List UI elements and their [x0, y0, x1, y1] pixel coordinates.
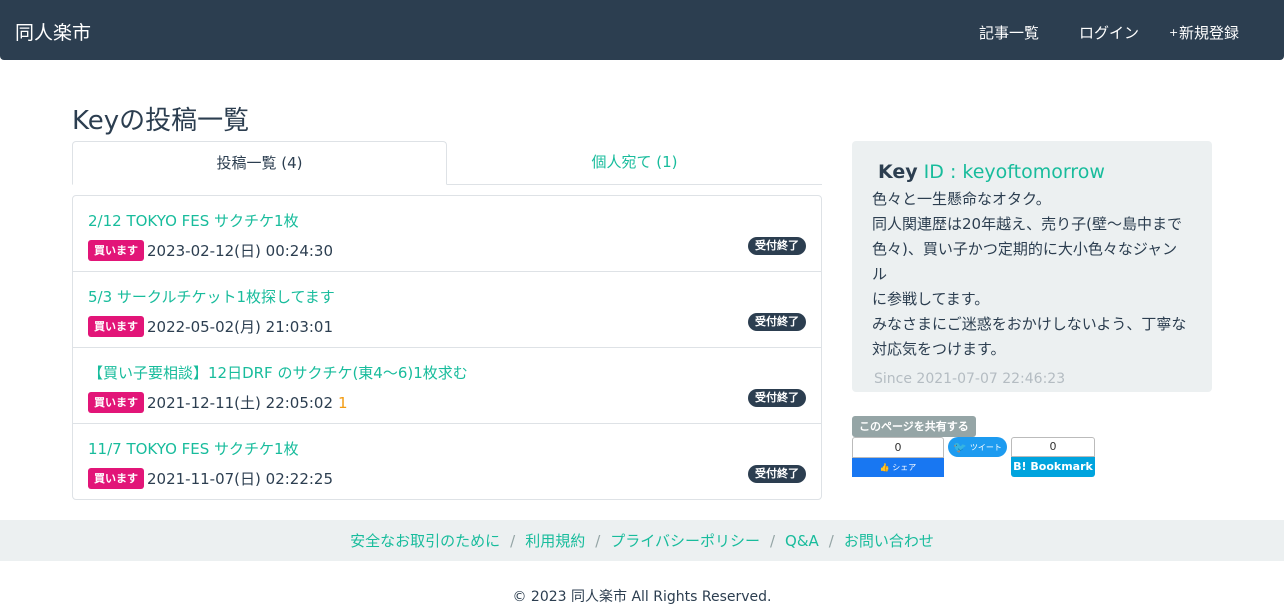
post-title-link[interactable]: 2/12 TOKYO FES サクチケ1枚	[88, 210, 299, 231]
status-badge: 受付終了	[748, 237, 806, 255]
facebook-icon: 👍	[879, 463, 890, 472]
list-item: 【買い子要相談】12日DRF のサクチケ(東4〜6)1枚求む 買います 2021…	[73, 348, 821, 424]
profile-bio: 色々と一生懸命なオタク。 同人関連歴は20年越え、売り子(壁〜島中まで 色々)、…	[872, 187, 1192, 362]
bio-line: 対応気をつけます。	[872, 340, 1006, 358]
since-text: Since 2021-07-07 22:46:23	[874, 371, 1066, 387]
nav-articles-link[interactable]: 記事一覧	[969, 22, 1039, 43]
footer-separator: /	[828, 531, 834, 550]
post-date: 2021-11-07(日) 02:22:25	[147, 470, 334, 488]
tweet-button[interactable]: 🐦 ツイート	[948, 437, 1007, 457]
navbar: 同人楽市 記事一覧 ログイン + 新規登録	[0, 0, 1284, 60]
footer-link-safety[interactable]: 安全なお取引のために	[350, 530, 500, 551]
post-tabs: 投稿一覧 (4) 個人宛て (1)	[72, 141, 822, 185]
post-meta: 買います 2021-11-07(日) 02:22:25	[88, 468, 333, 489]
post-meta: 買います 2023-02-12(日) 00:24:30	[88, 240, 333, 261]
list-item: 5/3 サークルチケット1枚探してます 買います 2022-05-02(月) 2…	[73, 272, 821, 348]
profile-heading: Key	[872, 161, 918, 183]
hatena-count: 0	[1011, 437, 1095, 457]
bio-line: 同人関連歴は20年越え、売り子(壁〜島中まで	[872, 215, 1182, 233]
post-date: 2021-12-11(土) 22:05:02	[147, 394, 334, 412]
buy-badge: 買います	[88, 468, 144, 489]
tweet-label: ツイート	[969, 442, 1002, 452]
twitter-icon: 🐦	[953, 440, 967, 454]
hatena-bookmark[interactable]: 0 B! Bookmark	[1011, 437, 1095, 477]
plus-icon: +	[1168, 26, 1179, 39]
bio-line: 色々)、買い子かつ定期的に大小色々なジャンル	[872, 240, 1178, 283]
footer-links: 安全なお取引のために / 利用規約 / プライバシーポリシー / Q&A / お…	[0, 520, 1284, 561]
post-title-link[interactable]: 【買い子要相談】12日DRF のサクチケ(東4〜6)1枚求む	[88, 362, 468, 383]
list-item: 11/7 TOKYO FES サクチケ1枚 買います 2021-11-07(日)…	[73, 424, 821, 499]
share-label: このページを共有する	[852, 416, 976, 437]
nav-links: 記事一覧 ログイン + 新規登録	[969, 22, 1239, 43]
bio-line: みなさまにご迷惑をおかけしないよう、丁寧な	[872, 315, 1187, 333]
status-badge: 受付終了	[748, 465, 806, 483]
facebook-share-label: シェア	[892, 463, 917, 472]
footer-link-contact[interactable]: お問い合わせ	[844, 530, 934, 551]
profile-card: Key ID : keyoftomorrow 色々と一生懸命なオタク。 同人関連…	[852, 141, 1212, 392]
post-date: 2022-05-02(月) 21:03:01	[147, 318, 334, 336]
buy-badge: 買います	[88, 240, 144, 261]
status-badge: 受付終了	[748, 313, 806, 331]
bio-line: 色々と一生懸命なオタク。	[872, 190, 1051, 208]
list-item: 2/12 TOKYO FES サクチケ1枚 買います 2023-02-12(日)…	[73, 196, 821, 272]
footer-link-privacy[interactable]: プライバシーポリシー	[610, 530, 760, 551]
post-meta: 買います 2021-12-11(土) 22:05:02 1	[88, 392, 348, 413]
page-title: Keyの投稿一覧	[72, 106, 250, 136]
profile-name: Key	[878, 161, 918, 183]
nav-register-link[interactable]: + 新規登録	[1169, 22, 1239, 43]
nav-login-label: ログイン	[1078, 24, 1139, 42]
post-date: 2023-02-12(日) 00:24:30	[147, 242, 334, 260]
profile-header: Key ID : keyoftomorrow	[872, 161, 1192, 183]
copyright: © 2023 同人楽市 All Rights Reserved.	[512, 589, 772, 605]
facebook-share-button[interactable]: 👍 シェア	[852, 458, 944, 477]
buy-badge: 買います	[88, 316, 144, 337]
hatena-bookmark-button[interactable]: B! Bookmark	[1011, 457, 1095, 477]
post-meta: 買います 2022-05-02(月) 21:03:01	[88, 316, 333, 337]
footer-link-terms[interactable]: 利用規約	[525, 530, 585, 551]
member-since: Since 2021-07-07 22:46:23	[872, 371, 1192, 387]
post-title-link[interactable]: 5/3 サークルチケット1枚探してます	[88, 286, 335, 307]
tab-posts[interactable]: 投稿一覧 (4)	[72, 141, 447, 185]
footer-link-qa[interactable]: Q&A	[785, 532, 819, 550]
bio-line: に参戦してます。	[872, 290, 990, 308]
nav-articles-label: 記事一覧	[978, 24, 1039, 42]
tab-personal[interactable]: 個人宛て (1)	[447, 141, 822, 185]
nav-register-label: 新規登録	[1178, 24, 1239, 42]
facebook-count: 0	[852, 437, 944, 458]
facebook-share[interactable]: 0 👍 シェア	[852, 437, 944, 477]
buy-badge: 買います	[88, 392, 144, 413]
footer-separator: /	[595, 531, 601, 550]
nav-login-link[interactable]: ログイン	[1069, 22, 1139, 43]
footer-separator: /	[510, 531, 516, 550]
profile-id: ID : keyoftomorrow	[923, 161, 1105, 183]
footer-separator: /	[769, 531, 776, 550]
comment-count: 1	[338, 393, 348, 412]
site-brand[interactable]: 同人楽市	[15, 18, 91, 45]
status-badge: 受付終了	[748, 389, 806, 407]
post-title-link[interactable]: 11/7 TOKYO FES サクチケ1枚	[88, 438, 299, 459]
post-list: 2/12 TOKYO FES サクチケ1枚 買います 2023-02-12(日)…	[72, 195, 822, 500]
